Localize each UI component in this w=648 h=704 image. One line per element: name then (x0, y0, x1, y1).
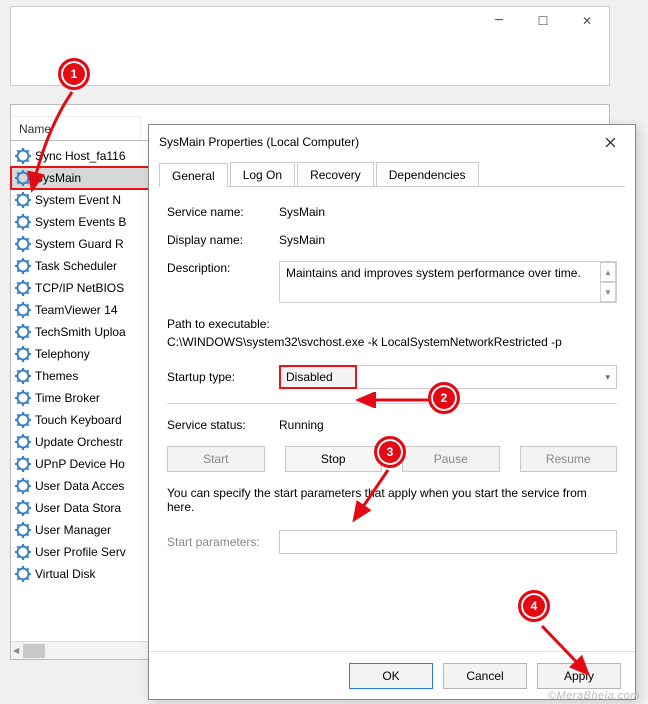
annotation-arrow-1 (26, 90, 86, 200)
annotation-arrow-4 (538, 624, 598, 682)
gear-icon (15, 566, 31, 582)
gear-icon (15, 346, 31, 362)
service-name: TechSmith Uploa (35, 325, 126, 339)
gear-icon (15, 258, 31, 274)
label-service-status: Service status: (167, 418, 279, 432)
description-scroll-down[interactable]: ▼ (600, 282, 616, 302)
chevron-down-icon: ▾ (605, 372, 616, 383)
service-name: TCP/IP NetBIOS (35, 281, 124, 295)
service-list[interactable]: Sync Host_fa116SysMainSystem Event NSyst… (10, 140, 150, 660)
service-name: UPnP Device Ho (35, 457, 125, 471)
service-name: Virtual Disk (35, 567, 95, 581)
service-row[interactable]: Themes (11, 365, 149, 387)
service-row[interactable]: Telephony (11, 343, 149, 365)
properties-dialog: SysMain Properties (Local Computer) Gene… (148, 124, 636, 700)
service-name: Time Broker (35, 391, 100, 405)
service-row[interactable]: TeamViewer 14 (11, 299, 149, 321)
tabstrip: General Log On Recovery Dependencies (159, 159, 625, 187)
gear-icon (15, 280, 31, 296)
service-row[interactable]: Task Scheduler (11, 255, 149, 277)
gear-icon (15, 302, 31, 318)
value-description: Maintains and improves system performanc… (286, 266, 581, 280)
service-name: Task Scheduler (35, 259, 117, 273)
service-name: System Guard R (35, 237, 124, 251)
service-row[interactable]: System Guard R (11, 233, 149, 255)
ok-button[interactable]: OK (349, 663, 433, 689)
pause-button: Pause (402, 446, 500, 472)
label-path: Path to executable: (167, 317, 617, 331)
annotation-badge-3: 3 (374, 436, 406, 468)
service-name: Themes (35, 369, 78, 383)
gear-icon (15, 456, 31, 472)
parent-window-titlebar: − ☐ ✕ (10, 6, 610, 86)
service-name: TeamViewer 14 (35, 303, 118, 317)
tab-recovery[interactable]: Recovery (297, 162, 374, 187)
gear-icon (15, 390, 31, 406)
label-display-name: Display name: (167, 233, 279, 247)
service-name: User Data Acces (35, 479, 124, 493)
gear-icon (15, 412, 31, 428)
service-row[interactable]: TCP/IP NetBIOS (11, 277, 149, 299)
tab-general[interactable]: General (159, 163, 228, 187)
service-row[interactable]: User Data Stora (11, 497, 149, 519)
description-box: Maintains and improves system performanc… (279, 261, 617, 303)
service-row[interactable]: System Events B (11, 211, 149, 233)
service-row[interactable]: Update Orchestr (11, 431, 149, 453)
horizontal-scrollbar[interactable]: ◀ (11, 641, 149, 659)
startup-type-value: Disabled (286, 370, 333, 384)
watermark: ©MeraBheja.com (548, 690, 640, 702)
start-button: Start (167, 446, 265, 472)
tab-log-on[interactable]: Log On (230, 162, 295, 187)
gear-icon (15, 434, 31, 450)
service-row[interactable]: Touch Keyboard (11, 409, 149, 431)
scrollbar-thumb[interactable] (23, 644, 45, 658)
value-display-name: SysMain (279, 233, 617, 247)
dialog-title: SysMain Properties (Local Computer) (159, 135, 359, 149)
service-name: User Manager (35, 523, 111, 537)
tab-dependencies[interactable]: Dependencies (376, 162, 479, 187)
service-row[interactable]: User Profile Serv (11, 541, 149, 563)
resume-button: Resume (520, 446, 618, 472)
label-service-name: Service name: (167, 205, 279, 219)
label-startup-type: Startup type: (167, 370, 279, 384)
gear-icon (15, 324, 31, 340)
value-service-name: SysMain (279, 205, 617, 219)
service-name: Touch Keyboard (35, 413, 122, 427)
label-description: Description: (167, 261, 279, 303)
label-start-parameters: Start parameters: (167, 535, 279, 549)
service-name: User Profile Serv (35, 545, 126, 559)
close-icon[interactable] (595, 131, 625, 153)
annotation-badge-1: 1 (58, 58, 90, 90)
value-path: C:\WINDOWS\system32\svchost.exe -k Local… (167, 335, 617, 349)
start-parameters-input (279, 530, 617, 554)
service-row[interactable]: User Data Acces (11, 475, 149, 497)
gear-icon (15, 522, 31, 538)
gear-icon (15, 214, 31, 230)
gear-icon (15, 544, 31, 560)
service-name: User Data Stora (35, 501, 121, 515)
dialog-titlebar[interactable]: SysMain Properties (Local Computer) (149, 125, 635, 159)
description-scroll-up[interactable]: ▲ (600, 262, 616, 282)
service-row[interactable]: Time Broker (11, 387, 149, 409)
service-name: Update Orchestr (35, 435, 123, 449)
gear-icon (15, 500, 31, 516)
annotation-arrow-2 (354, 392, 434, 408)
service-row[interactable]: UPnP Device Ho (11, 453, 149, 475)
service-row[interactable]: User Manager (11, 519, 149, 541)
service-name: Telephony (35, 347, 90, 361)
annotation-arrow-3 (348, 468, 398, 528)
minimize-button[interactable]: − (477, 7, 521, 35)
gear-icon (15, 478, 31, 494)
value-service-status: Running (279, 418, 617, 432)
close-button[interactable]: ✕ (565, 7, 609, 35)
annotation-badge-4: 4 (518, 590, 550, 622)
gear-icon (15, 236, 31, 252)
cancel-button[interactable]: Cancel (443, 663, 527, 689)
service-row[interactable]: Virtual Disk (11, 563, 149, 585)
service-name: System Events B (35, 215, 126, 229)
maximize-button[interactable]: ☐ (521, 7, 565, 35)
gear-icon (15, 368, 31, 384)
service-row[interactable]: TechSmith Uploa (11, 321, 149, 343)
